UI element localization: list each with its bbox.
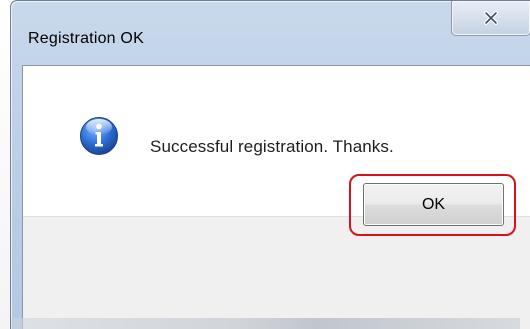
title-bar[interactable]: Registration OK <box>11 1 530 55</box>
info-icon <box>79 116 119 156</box>
ok-button[interactable]: OK <box>363 183 504 226</box>
background-window-edge <box>11 318 520 329</box>
dialog-title: Registration OK <box>28 30 144 47</box>
dialog-window: Registration OK Successful registration.… <box>10 0 530 329</box>
message-text: Successful registration. Thanks. <box>150 137 394 156</box>
close-icon <box>483 11 499 25</box>
close-button[interactable] <box>451 1 530 36</box>
screen: Registration OK Successful registration.… <box>0 0 530 329</box>
